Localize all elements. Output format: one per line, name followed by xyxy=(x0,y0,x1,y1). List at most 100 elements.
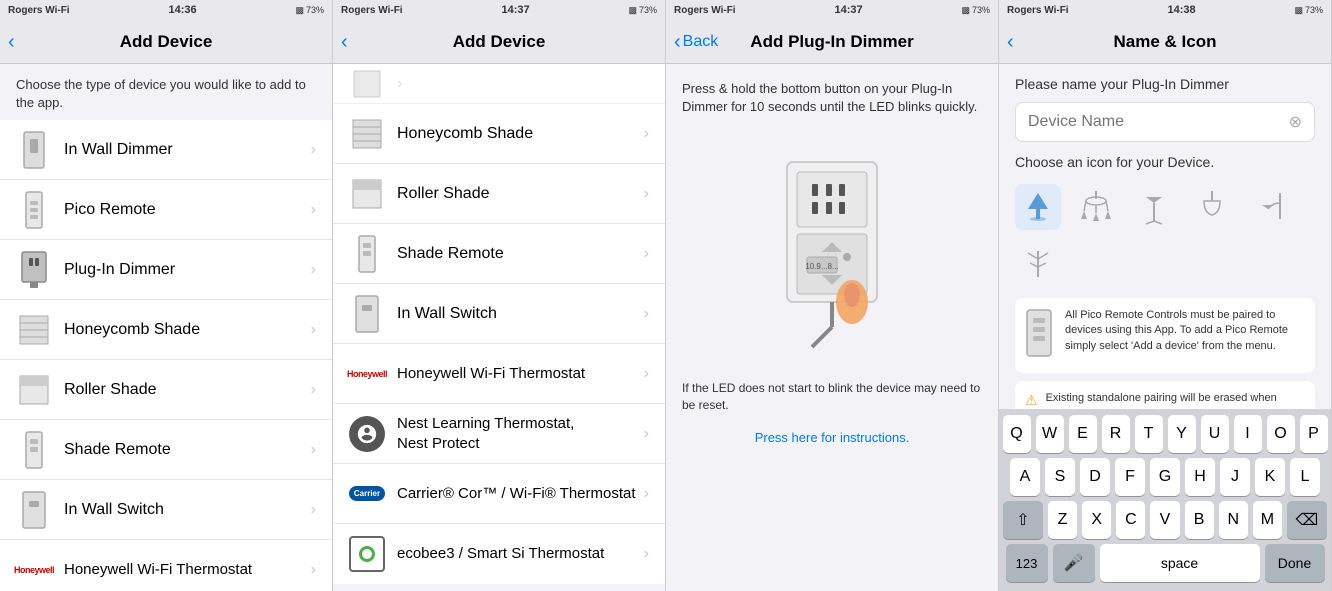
list-item-in-wall-switch[interactable]: In Wall Switch › xyxy=(0,480,332,540)
nav-title-3: Add Plug-In Dimmer xyxy=(750,32,913,52)
list-item-in-wall-dimmer[interactable]: In Wall Dimmer › xyxy=(0,120,332,180)
list-item-partial-top[interactable]: › xyxy=(333,64,665,104)
list-item-nest-2[interactable]: Nest Learning Thermostat,Nest Protect › xyxy=(333,404,665,464)
in-wall-switch-icon-2 xyxy=(349,292,385,336)
key-delete[interactable]: ⌫ xyxy=(1287,501,1327,539)
keyboard-row-1: Q W E R T Y U I O P xyxy=(1003,415,1327,453)
icon-choice-lamp-blue[interactable] xyxy=(1015,184,1061,230)
honeywell-icon: Honeywell xyxy=(16,548,52,591)
in-wall-switch-label: In Wall Switch xyxy=(64,501,311,519)
chevron-left-icon-1: ‹ xyxy=(8,32,15,52)
key-d[interactable]: D xyxy=(1080,458,1110,496)
icon-choice-pendant[interactable] xyxy=(1189,184,1235,230)
nav-bar-4: ‹ Name & Icon xyxy=(999,20,1331,64)
list-item-carrier-2[interactable]: Carrier Carrier® Cor™ / Wi-Fi® Thermosta… xyxy=(333,464,665,524)
instructions-link[interactable]: Press here for instructions. xyxy=(666,422,998,453)
back-button-3[interactable]: ‹ Back xyxy=(674,32,718,52)
carrier-2: Rogers Wi-Fi xyxy=(341,5,403,16)
list-item-roller-2[interactable]: Roller Shade › xyxy=(333,164,665,224)
key-r[interactable]: R xyxy=(1102,415,1130,453)
in-wall-switch-label-2: In Wall Switch xyxy=(397,305,644,323)
key-done[interactable]: Done xyxy=(1265,544,1325,582)
key-e[interactable]: E xyxy=(1069,415,1097,453)
honeycomb-shade-icon-2 xyxy=(349,112,385,156)
key-a[interactable]: A xyxy=(1010,458,1040,496)
chevron-right-icon: › xyxy=(644,245,649,263)
list-item-honeycomb-shade[interactable]: Honeycomb Shade › xyxy=(0,300,332,360)
battery-2: ▩ 73% xyxy=(628,5,657,16)
list-item-honeywell-2[interactable]: Honeywell Honeywell Wi-Fi Thermostat › xyxy=(333,344,665,404)
carrier-4: Rogers Wi-Fi xyxy=(1007,5,1069,16)
key-p[interactable]: P xyxy=(1300,415,1328,453)
key-numbers[interactable]: 123 xyxy=(1006,544,1048,582)
panel-name-icon: Rogers Wi-Fi 14:38 ▩ 73% ‹ Name & Icon P… xyxy=(999,0,1332,591)
status-bar-2: Rogers Wi-Fi 14:37 ▩ 73% xyxy=(333,0,665,20)
key-mic[interactable]: 🎤 xyxy=(1053,544,1095,582)
battery-4: ▩ 73% xyxy=(1294,5,1323,16)
panel-description: Choose the type of device you would like… xyxy=(0,64,332,120)
nav-bar-2: ‹ Add Device xyxy=(333,20,665,64)
nav-title-4: Name & Icon xyxy=(1114,32,1217,52)
panel-content-1: Choose the type of device you would like… xyxy=(0,64,332,591)
key-space[interactable]: space xyxy=(1100,544,1260,582)
panel-add-device-1: Rogers Wi-Fi 14:36 ▩ 73% ‹ Add Device Ch… xyxy=(0,0,333,591)
chevron-left-icon-2: ‹ xyxy=(341,32,348,52)
back-label-3: Back xyxy=(683,33,719,51)
key-m[interactable]: M xyxy=(1253,501,1282,539)
status-bar-1: Rogers Wi-Fi 14:36 ▩ 73% xyxy=(0,0,332,20)
chevron-right-icon: › xyxy=(397,75,402,93)
time-4: 14:38 xyxy=(1167,4,1195,16)
list-item-pico-remote[interactable]: Pico Remote › xyxy=(0,180,332,240)
chevron-right-icon: › xyxy=(644,305,649,323)
icon-choice-chandelier[interactable] xyxy=(1073,184,1119,230)
key-shift[interactable]: ⇧ xyxy=(1003,501,1043,539)
key-z[interactable]: Z xyxy=(1048,501,1077,539)
chevron-right-icon: › xyxy=(311,561,316,579)
key-g[interactable]: G xyxy=(1150,458,1180,496)
list-item-plug-in-dimmer[interactable]: Plug-In Dimmer › xyxy=(0,240,332,300)
device-name-input-row: ⊗ xyxy=(1015,102,1315,142)
list-item-shade-remote-2[interactable]: Shade Remote › xyxy=(333,224,665,284)
key-s[interactable]: S xyxy=(1045,458,1075,496)
list-item-honeycomb-2[interactable]: Honeycomb Shade › xyxy=(333,104,665,164)
key-n[interactable]: N xyxy=(1219,501,1248,539)
chevron-right-icon: › xyxy=(311,261,316,279)
key-y[interactable]: Y xyxy=(1168,415,1196,453)
icon-choice-arm-lamp[interactable] xyxy=(1247,184,1293,230)
list-item-in-wall-switch-2[interactable]: In Wall Switch › xyxy=(333,284,665,344)
key-k[interactable]: K xyxy=(1255,458,1285,496)
key-v[interactable]: V xyxy=(1150,501,1179,539)
key-x[interactable]: X xyxy=(1082,501,1111,539)
in-wall-dimmer-label: In Wall Dimmer xyxy=(64,141,311,159)
list-item-roller-shade[interactable]: Roller Shade › xyxy=(0,360,332,420)
key-o[interactable]: O xyxy=(1267,415,1295,453)
back-button-1[interactable]: ‹ xyxy=(8,32,15,52)
back-button-2[interactable]: ‹ xyxy=(341,32,348,52)
key-t[interactable]: T xyxy=(1135,415,1163,453)
key-u[interactable]: U xyxy=(1201,415,1229,453)
honeycomb-shade-label-2: Honeycomb Shade xyxy=(397,125,644,143)
key-c[interactable]: C xyxy=(1116,501,1145,539)
list-item-ecobee-2[interactable]: ecobee3 / Smart Si Thermostat › xyxy=(333,524,665,584)
honeywell-icon-2: Honeywell xyxy=(349,352,385,396)
icon-choice-branch-light[interactable] xyxy=(1015,242,1061,288)
plug-in-dimmer-label: Plug-In Dimmer xyxy=(64,261,311,279)
key-h[interactable]: H xyxy=(1185,458,1215,496)
icon-choice-floor-lamp[interactable] xyxy=(1131,184,1177,230)
clear-input-button[interactable]: ⊗ xyxy=(1289,112,1302,132)
key-f[interactable]: F xyxy=(1115,458,1145,496)
list-item-shade-remote[interactable]: Shade Remote › xyxy=(0,420,332,480)
device-name-input[interactable] xyxy=(1028,113,1289,131)
list-item-honeywell[interactable]: Honeywell Honeywell Wi-Fi Thermostat › xyxy=(0,540,332,591)
chevron-left-icon-4: ‹ xyxy=(1007,32,1014,52)
honeywell-label: Honeywell Wi-Fi Thermostat xyxy=(64,560,311,580)
key-i[interactable]: I xyxy=(1234,415,1262,453)
roller-shade-icon-2 xyxy=(349,172,385,216)
key-w[interactable]: W xyxy=(1036,415,1064,453)
key-q[interactable]: Q xyxy=(1003,415,1031,453)
key-j[interactable]: J xyxy=(1220,458,1250,496)
key-l[interactable]: L xyxy=(1290,458,1320,496)
chevron-right-icon: › xyxy=(311,441,316,459)
back-button-4[interactable]: ‹ xyxy=(1007,32,1014,52)
key-b[interactable]: B xyxy=(1185,501,1214,539)
